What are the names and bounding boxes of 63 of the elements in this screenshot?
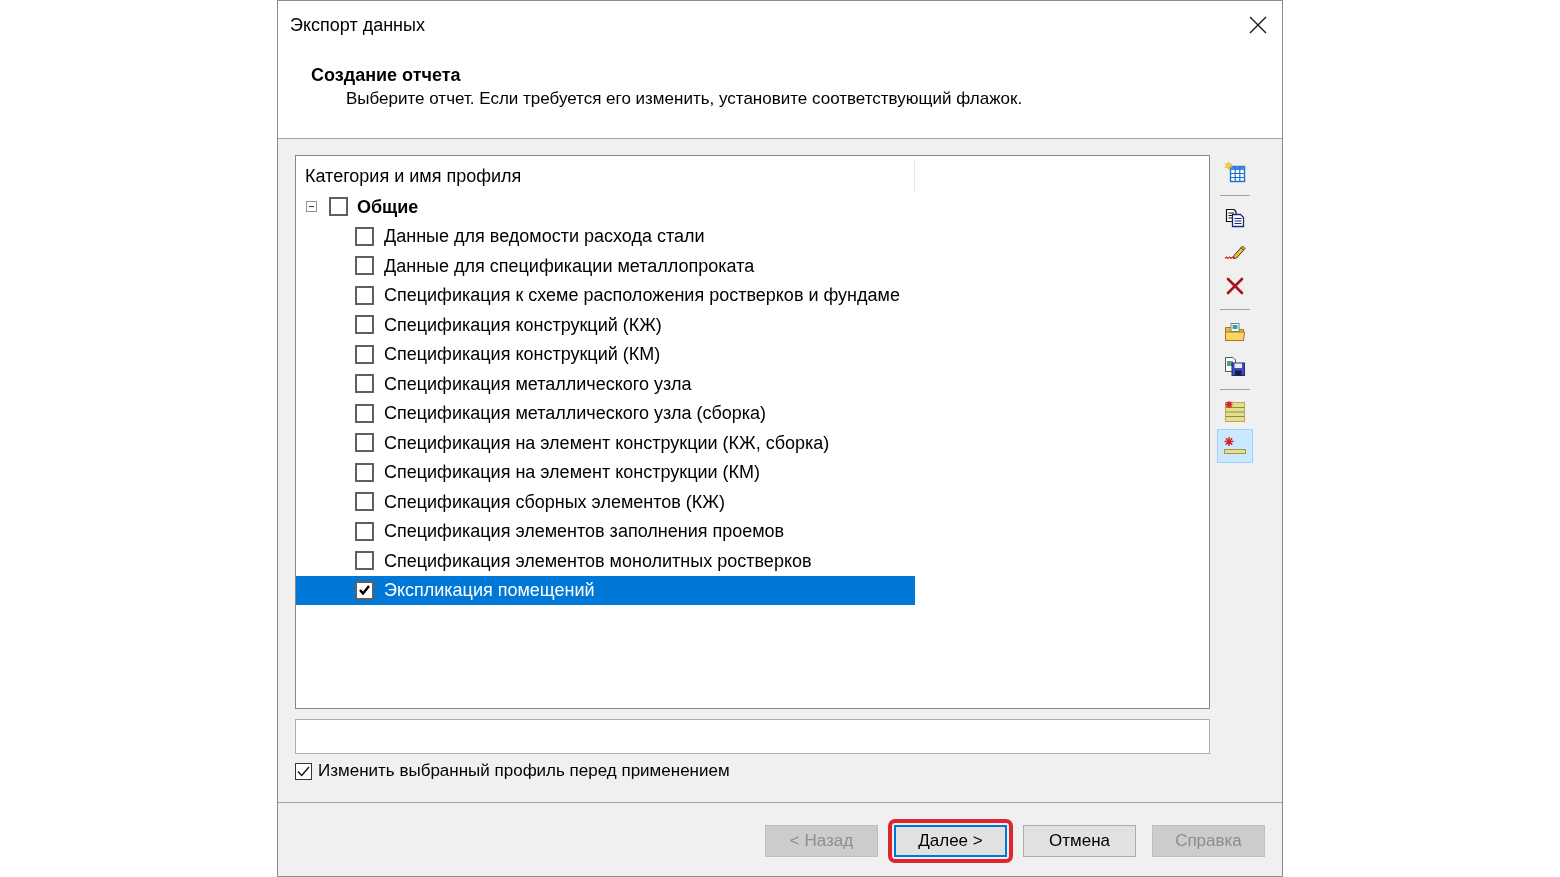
checkbox[interactable] [355, 580, 374, 600]
checkbox[interactable] [355, 374, 374, 394]
checkbox[interactable] [355, 551, 374, 571]
window-title: Экспорт данных [290, 14, 425, 36]
asterisk-line-icon [1223, 435, 1247, 457]
tree-item-label: Спецификация элементов монолитных ростверков [384, 549, 812, 572]
folder-icon [1224, 322, 1246, 342]
tree-row[interactable]: Данные для ведомости расхода стали [296, 221, 915, 251]
tree-item-label: Экспликация помещений [384, 579, 595, 602]
tree-row[interactable]: Спецификация на элемент конструкции (КЖ, сборка) [296, 428, 915, 458]
dialog-button[interactable]: Отмена [1023, 825, 1136, 857]
cross-icon [1226, 277, 1244, 295]
checkbox-label[interactable]: Изменить выбранный профиль перед применением [318, 758, 730, 784]
tree-item-label: Спецификация металлического узла [384, 372, 692, 395]
tree-item-label: Данные для ведомости расхода стали [384, 225, 705, 248]
tree-item-label: Спецификация конструкций (КЖ) [384, 313, 662, 336]
pencil-icon [1224, 243, 1246, 261]
checkbox[interactable] [355, 462, 374, 482]
close-icon [1249, 16, 1267, 34]
tree-item-label: Данные для спецификации металлопроката [384, 254, 755, 277]
tree-row[interactable]: Данные для спецификации металлопроката [296, 251, 915, 281]
page-description: Выберите отчет. Если требуется его изменить, установите соответствующий флажок. [346, 88, 1023, 110]
tree-item-label: Спецификация элементов заполнения проемов [384, 520, 785, 543]
floppy-disk-icon [1224, 355, 1246, 377]
lines-asterisk-icon [1223, 400, 1247, 424]
text-field[interactable] [295, 719, 1210, 754]
tree-row[interactable]: Спецификация элементов заполнения проемов [296, 516, 915, 546]
checkbox[interactable] [355, 226, 374, 246]
tree-item-label: Спецификация сборных элементов (КЖ) [384, 490, 725, 513]
checkbox[interactable] [355, 433, 374, 453]
tree-row[interactable]: Спецификация конструкций (КМ) [296, 339, 915, 369]
checkbox[interactable] [329, 197, 348, 217]
tree-item-label: Спецификация на элемент конструкции (КМ) [384, 461, 761, 484]
checkmark-icon [297, 765, 310, 777]
table-star-icon [1224, 161, 1246, 183]
dialog-button[interactable]: Далее > [894, 825, 1007, 857]
tree-row[interactable]: Общие [296, 192, 915, 222]
tree-row[interactable]: Спецификация на элемент конструкции (КМ) [296, 457, 915, 487]
tree-row[interactable]: Спецификация металлического узла [296, 369, 915, 399]
checkbox[interactable] [355, 315, 374, 335]
checkbox[interactable] [355, 285, 374, 305]
checkbox[interactable] [355, 521, 374, 541]
checkbox[interactable] [355, 256, 374, 276]
minus-box-icon[interactable] [306, 201, 317, 213]
tree-item-label: Спецификация на элемент конструкции (КЖ, сборка) [384, 431, 830, 454]
checkbox[interactable] [355, 344, 374, 364]
tree-row[interactable]: Спецификация конструкций (КЖ) [296, 310, 915, 340]
page-heading: Создание отчета [311, 64, 461, 86]
tree-row[interactable]: Спецификация к схеме расположения ростверков и фундаме [296, 280, 915, 310]
tree-item-label: Спецификация конструкций (КМ) [384, 343, 661, 366]
checkmark-icon [359, 585, 370, 596]
tree-item-label: Спецификация к схеме расположения ростверков и фундаме [384, 284, 900, 307]
documents-icon [1225, 208, 1245, 228]
checkbox[interactable] [355, 492, 374, 512]
tree-item-label: Общие [357, 195, 419, 218]
checkbox[interactable] [355, 403, 374, 423]
checkbox[interactable] [295, 762, 312, 780]
tree-row[interactable]: Спецификация сборных элементов (КЖ) [296, 487, 915, 517]
tree-item-label: Спецификация металлического узла (сборка) [384, 402, 767, 425]
tree-row[interactable]: Экспликация помещений [296, 575, 915, 605]
tree-row[interactable]: Спецификация элементов монолитных ростверков [296, 546, 915, 576]
tree-row[interactable]: Спецификация металлического узла (сборка) [296, 398, 915, 428]
column-header[interactable]: Категория и имя профиля [305, 162, 522, 190]
